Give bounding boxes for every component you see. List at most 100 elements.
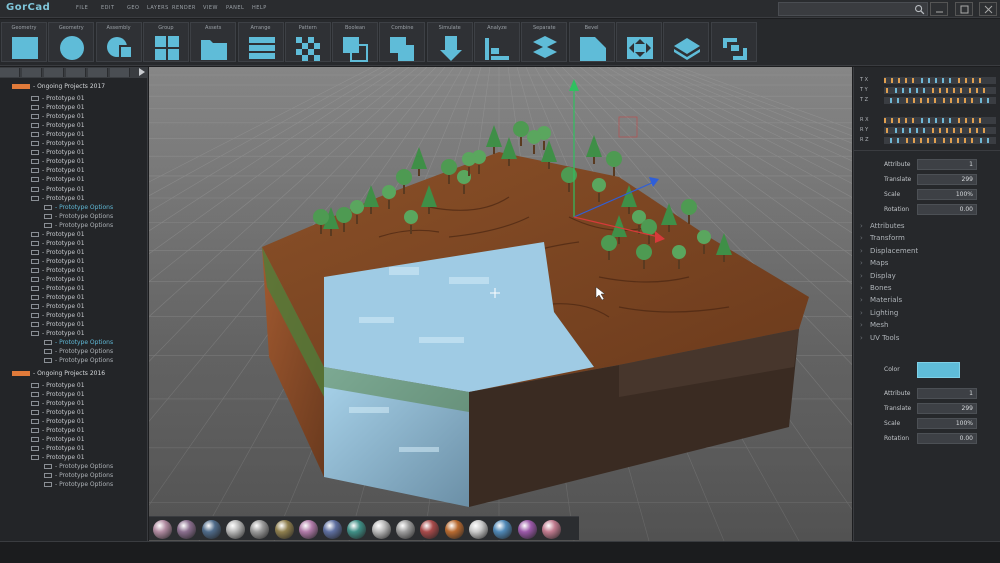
checkbox-icon[interactable] (31, 267, 39, 273)
material-swatch[interactable] (274, 520, 294, 539)
menu-item-render[interactable]: RENDER (172, 5, 196, 11)
material-swatch[interactable] (517, 520, 537, 539)
accordion-item-transform[interactable]: › Transform (860, 234, 905, 242)
checkbox-icon[interactable] (31, 313, 39, 319)
field-input-scale[interactable]: 100% (917, 418, 977, 429)
tree-item-row[interactable]: - Prototype 01 (31, 167, 85, 176)
tree-item-row[interactable]: - Prototype 01 (31, 140, 85, 149)
outliner-tab[interactable] (0, 68, 20, 77)
accordion-item-display[interactable]: › Display (860, 272, 896, 280)
tree-option-row[interactable]: - Prototype Options (44, 463, 113, 472)
graph-channel-track[interactable] (884, 87, 996, 94)
field-input-rotation[interactable]: 0.00 (917, 433, 977, 444)
tree-item-row[interactable]: - Prototype 01 (31, 400, 85, 409)
tool-button-group[interactable]: Group (142, 22, 189, 62)
close-button[interactable] (979, 2, 997, 16)
checkbox-icon[interactable] (31, 382, 39, 388)
outliner-tab[interactable] (88, 68, 108, 77)
checkbox-icon[interactable] (44, 358, 52, 364)
tree-item-row[interactable]: - Prototype 01 (31, 267, 85, 276)
checkbox-icon[interactable] (31, 277, 39, 282)
graph-channel-track[interactable] (884, 127, 996, 134)
field-input-translate[interactable]: 299 (917, 174, 977, 185)
outliner-tab[interactable] (44, 68, 64, 77)
field-input-attribute[interactable]: 1 (917, 159, 977, 170)
checkbox-icon[interactable] (31, 114, 39, 120)
checkbox-icon[interactable] (31, 195, 39, 201)
tree-item-row[interactable]: - Prototype 01 (31, 176, 85, 185)
tool-button-boolean[interactable]: Boolean (332, 22, 379, 62)
material-swatch[interactable] (493, 520, 513, 539)
menu-item-geo[interactable]: GEO (127, 5, 139, 11)
checkbox-icon[interactable] (31, 141, 39, 147)
maximize-button[interactable] (955, 2, 973, 16)
tree-item-row[interactable]: - Prototype 01 (31, 330, 85, 339)
tree-item-row[interactable]: - Prototype 01 (31, 113, 85, 122)
tree-item-row[interactable]: - Prototype 01 (31, 427, 85, 436)
field-input-scale[interactable]: 100% (917, 189, 977, 200)
checkbox-icon[interactable] (31, 454, 39, 460)
checkbox-icon[interactable] (31, 427, 39, 433)
play-icon[interactable] (139, 68, 145, 76)
checkbox-icon[interactable] (44, 349, 52, 355)
accordion-item-maps[interactable]: › Maps (860, 259, 888, 267)
tree-option-row[interactable]: - Prototype Options (44, 213, 113, 222)
checkbox-icon[interactable] (31, 445, 39, 451)
3d-viewport[interactable] (149, 67, 852, 541)
tree-group-header[interactable]: - Ongoing Projects 2017 (12, 83, 105, 92)
material-swatch[interactable] (153, 520, 172, 539)
tool-button-combine[interactable]: Combine (379, 22, 426, 62)
material-swatch[interactable] (250, 520, 270, 539)
field-input-attribute[interactable]: 1 (917, 388, 977, 399)
checkbox-icon[interactable] (31, 96, 39, 101)
tool-button-geometry[interactable]: Geometry (48, 22, 95, 62)
material-swatch[interactable] (347, 520, 367, 539)
accordion-item-uv-tools[interactable]: › UV Tools (860, 334, 899, 342)
material-swatch[interactable] (444, 520, 464, 539)
material-swatch[interactable] (468, 520, 488, 539)
accordion-item-bones[interactable]: › Bones (860, 284, 891, 292)
material-swatch[interactable] (298, 520, 318, 539)
field-input-rotation[interactable]: 0.00 (917, 204, 977, 215)
accordion-item-attributes[interactable]: › Attributes (860, 222, 905, 230)
tree-item-row[interactable]: - Prototype 01 (31, 285, 85, 294)
tree-group-header[interactable]: - Ongoing Projects 2016 (12, 370, 105, 379)
checkbox-icon[interactable] (31, 331, 39, 337)
checkbox-icon[interactable] (44, 222, 52, 228)
tool-button-pattern[interactable]: Pattern (284, 22, 331, 62)
checkbox-icon[interactable] (44, 463, 52, 469)
tool-button-simulate[interactable]: Simulate (426, 22, 473, 62)
graph-channel-track[interactable] (884, 137, 996, 144)
material-swatch[interactable] (541, 520, 561, 539)
checkbox-icon[interactable] (31, 249, 39, 255)
checkbox-icon[interactable] (31, 231, 39, 237)
tool-button-arrange[interactable]: Arrange (237, 22, 284, 62)
minimize-button[interactable] (930, 2, 948, 16)
checkbox-icon[interactable] (31, 168, 39, 174)
animation-graph[interactable]: T X T Y T Z R X R Y R Z (854, 71, 1000, 151)
material-swatch[interactable] (225, 520, 245, 539)
checkbox-icon[interactable] (44, 340, 52, 346)
tree-item-row[interactable]: - Prototype 01 (31, 249, 85, 258)
material-swatch[interactable] (396, 520, 415, 539)
checkbox-icon[interactable] (31, 286, 39, 292)
checkbox-icon[interactable] (31, 150, 39, 156)
checkbox-icon[interactable] (31, 186, 39, 192)
search-input[interactable] (778, 2, 928, 16)
checkbox-icon[interactable] (31, 409, 39, 415)
checkbox-icon[interactable] (31, 132, 39, 138)
tool-button-assets[interactable]: Assets (190, 22, 237, 62)
checkbox-icon[interactable] (31, 304, 39, 310)
material-swatch[interactable] (201, 520, 221, 539)
outliner-tab[interactable] (66, 68, 86, 77)
material-swatch[interactable] (420, 520, 440, 539)
accordion-item-lighting[interactable]: › Lighting (860, 309, 898, 317)
tool-button-geometry[interactable]: Geometry (1, 22, 47, 62)
tree-item-row[interactable]: - Prototype 01 (31, 258, 85, 267)
menu-item-panel[interactable]: PANEL (226, 5, 244, 11)
tree-option-row[interactable]: - Prototype Options (44, 339, 113, 348)
tree-item-row[interactable]: - Prototype 01 (31, 95, 85, 104)
checkbox-icon[interactable] (44, 213, 52, 219)
tree-option-row[interactable]: - Prototype Options (44, 204, 113, 213)
tree-item-row[interactable]: - Prototype 01 (31, 195, 85, 204)
